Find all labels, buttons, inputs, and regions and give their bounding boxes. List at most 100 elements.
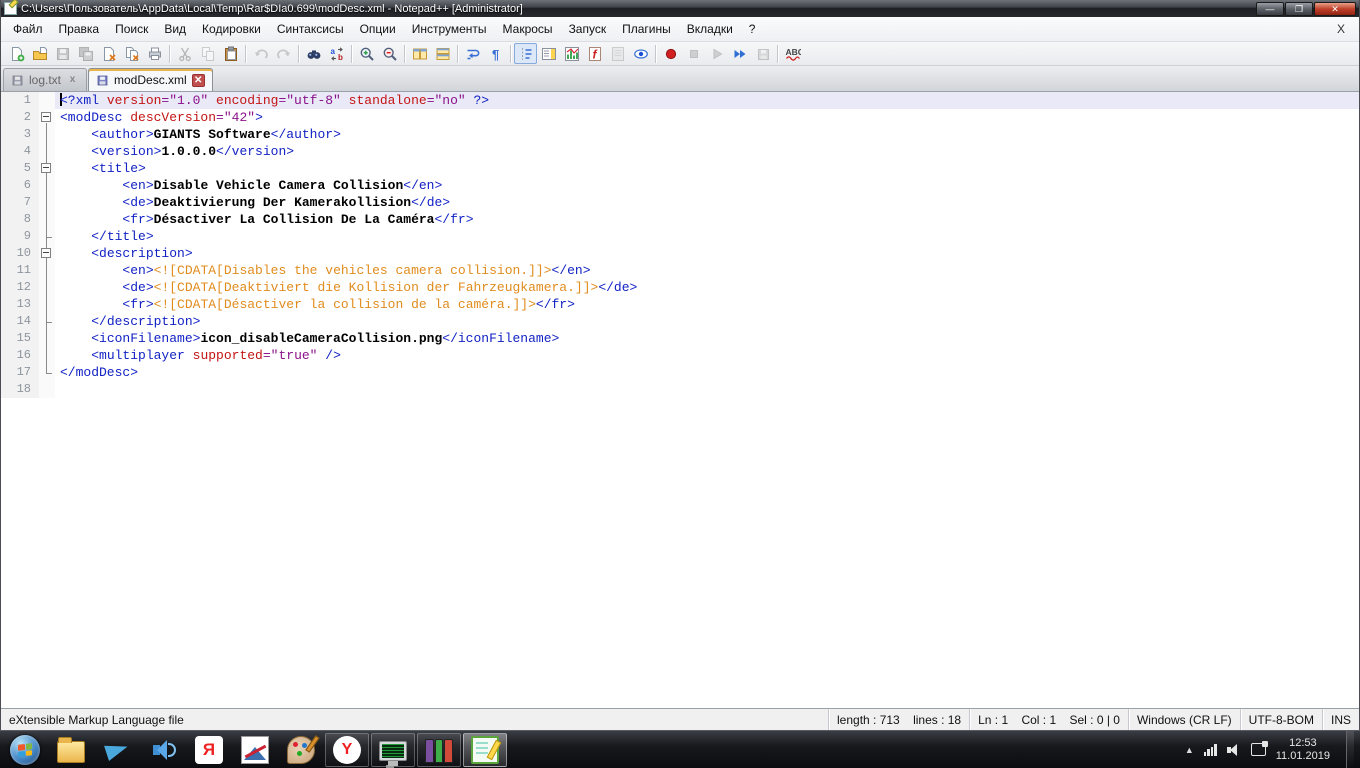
- taskbar-clock[interactable]: 12:53 11.01.2019: [1276, 737, 1330, 763]
- show-all-characters-button[interactable]: [484, 43, 507, 64]
- restore-button[interactable]: ❐: [1285, 2, 1313, 16]
- code-line[interactable]: 7 <de>Deaktivierung Der Kamerakollision<…: [1, 194, 1359, 211]
- replace-button[interactable]: [325, 43, 348, 64]
- macro-record-button[interactable]: [659, 43, 682, 64]
- doc-switcher-button[interactable]: [606, 43, 629, 64]
- paint-taskbar-button[interactable]: [279, 733, 323, 767]
- save-button[interactable]: [51, 43, 74, 64]
- menu-кодировки[interactable]: Кодировки: [194, 19, 269, 39]
- code-line[interactable]: 2<modDesc descVersion="42">: [1, 109, 1359, 126]
- action-center-icon[interactable]: [1251, 743, 1266, 756]
- close-button[interactable]: ✕: [1314, 2, 1356, 16]
- file-monitoring-button[interactable]: [629, 43, 652, 64]
- show-desktop-button[interactable]: [1346, 731, 1354, 768]
- folder-as-workspace-button[interactable]: [583, 43, 606, 64]
- macro-stop-button[interactable]: [682, 43, 705, 64]
- tab-close-icon[interactable]: x: [66, 74, 79, 87]
- code-line[interactable]: 16 <multiplayer supported="true" />: [1, 347, 1359, 364]
- copy-button[interactable]: [196, 43, 219, 64]
- sync-scroll-vertical-button[interactable]: [408, 43, 431, 64]
- menu-файл[interactable]: Файл: [5, 19, 51, 39]
- zoom-out-button[interactable]: [378, 43, 401, 64]
- remote-console-taskbar-button[interactable]: [371, 733, 415, 767]
- editor-area[interactable]: 1<?xml version="1.0" encoding="utf-8" st…: [1, 92, 1359, 708]
- macro-save-button[interactable]: [751, 43, 774, 64]
- fold-toggle[interactable]: [39, 245, 55, 262]
- code-line[interactable]: 5 <title>: [1, 160, 1359, 177]
- start-button-taskbar-button[interactable]: [3, 733, 47, 767]
- zoom-in-button[interactable]: [355, 43, 378, 64]
- close-button[interactable]: [97, 43, 120, 64]
- find-icon: [306, 46, 322, 62]
- code-line[interactable]: 8 <fr>Désactiver La Collision De La Camé…: [1, 211, 1359, 228]
- code-line[interactable]: 10 <description>: [1, 245, 1359, 262]
- code-line[interactable]: 3 <author>GIANTS Software</author>: [1, 126, 1359, 143]
- word-wrap-button[interactable]: [461, 43, 484, 64]
- menu-правка[interactable]: Правка: [51, 19, 108, 39]
- yandex-browser-taskbar-button[interactable]: Y: [325, 733, 369, 767]
- redo-button[interactable]: [272, 43, 295, 64]
- fold-margin: [39, 279, 55, 296]
- save-all-button[interactable]: [74, 43, 97, 64]
- yandex-app-taskbar-button[interactable]: Я: [187, 733, 231, 767]
- code-line[interactable]: 15 <iconFilename>icon_disableCameraColli…: [1, 330, 1359, 347]
- minimize-button[interactable]: —: [1256, 2, 1284, 16]
- tab-log-txt[interactable]: log.txtx: [3, 68, 87, 91]
- tab-close-icon[interactable]: ✕: [192, 74, 205, 87]
- show-hidden-icons-button[interactable]: ▲: [1185, 745, 1194, 755]
- document-map-button[interactable]: [537, 43, 560, 64]
- volume-icon[interactable]: [1227, 743, 1241, 757]
- tab-modDesc-xml[interactable]: modDesc.xml✕: [88, 68, 213, 91]
- spell-check-button[interactable]: [781, 43, 804, 64]
- code-line[interactable]: 17</modDesc>: [1, 364, 1359, 381]
- paste-button[interactable]: [219, 43, 242, 64]
- show-indent-guide-button[interactable]: [514, 43, 537, 64]
- image-viewer-taskbar-button[interactable]: [233, 733, 277, 767]
- code-line[interactable]: 11 <en><![CDATA[Disables the vehicles ca…: [1, 262, 1359, 279]
- macro-playback-button[interactable]: [705, 43, 728, 64]
- menu-инструменты[interactable]: Инструменты: [404, 19, 495, 39]
- close-all-button[interactable]: [120, 43, 143, 64]
- document-icon: [11, 74, 24, 87]
- function-list-button[interactable]: [560, 43, 583, 64]
- menu-поиск[interactable]: Поиск: [107, 19, 156, 39]
- menu-?[interactable]: ?: [741, 19, 764, 39]
- macro-run-multiple-button[interactable]: [728, 43, 751, 64]
- menu-вкладки[interactable]: Вкладки: [679, 19, 741, 39]
- menu-синтаксисы[interactable]: Синтаксисы: [269, 19, 352, 39]
- code-line[interactable]: 6 <en>Disable Vehicle Camera Collision</…: [1, 177, 1359, 194]
- menu-макросы[interactable]: Макросы: [495, 19, 561, 39]
- line-number: 8: [1, 211, 39, 228]
- folder-as-workspace-icon: [587, 46, 603, 62]
- code-line[interactable]: 18: [1, 381, 1359, 398]
- telegram-taskbar-button[interactable]: [95, 733, 139, 767]
- new-file-button[interactable]: [5, 43, 28, 64]
- windows-explorer-taskbar-button[interactable]: [49, 733, 93, 767]
- cut-button[interactable]: [173, 43, 196, 64]
- volume-app-taskbar-button[interactable]: [141, 733, 185, 767]
- code-line[interactable]: 9 </title>: [1, 228, 1359, 245]
- code-line[interactable]: 13 <fr><![CDATA[Désactiver la collision …: [1, 296, 1359, 313]
- notepad-plus-plus-taskbar-button[interactable]: [463, 733, 507, 767]
- sync-scroll-horizontal-button[interactable]: [431, 43, 454, 64]
- open-file-button[interactable]: [28, 43, 51, 64]
- menu-вид[interactable]: Вид: [156, 19, 194, 39]
- notepad-plus-plus-icon: [471, 736, 499, 764]
- code-line[interactable]: 14 </description>: [1, 313, 1359, 330]
- title-bar[interactable]: C:\Users\Пользователь\AppData\Local\Temp…: [1, 0, 1359, 17]
- code-line[interactable]: 1<?xml version="1.0" encoding="utf-8" st…: [1, 92, 1359, 109]
- menu-запуск[interactable]: Запуск: [561, 19, 615, 39]
- code-line[interactable]: 4 <version>1.0.0.0</version>: [1, 143, 1359, 160]
- winrar-taskbar-button[interactable]: [417, 733, 461, 767]
- print-button[interactable]: [143, 43, 166, 64]
- find-button[interactable]: [302, 43, 325, 64]
- code-line[interactable]: 12 <de><![CDATA[Deaktiviert die Kollisio…: [1, 279, 1359, 296]
- menu-опции[interactable]: Опции: [352, 19, 404, 39]
- undo-button[interactable]: [249, 43, 272, 64]
- fold-toggle[interactable]: [39, 160, 55, 177]
- network-icon[interactable]: [1204, 744, 1217, 756]
- code-text: </description>: [55, 313, 1359, 330]
- fold-toggle[interactable]: [39, 109, 55, 126]
- close-document-icon[interactable]: X: [1327, 22, 1355, 36]
- menu-плагины[interactable]: Плагины: [614, 19, 679, 39]
